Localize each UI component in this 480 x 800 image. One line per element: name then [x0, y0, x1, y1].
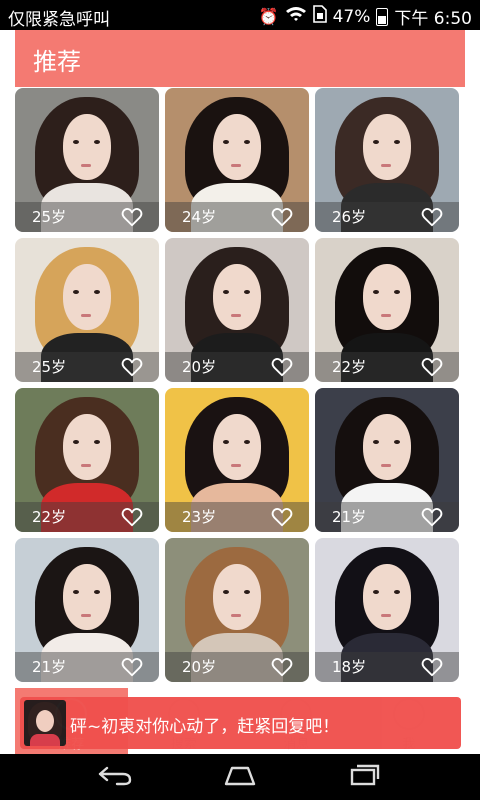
- age-label: 20岁: [182, 358, 217, 376]
- carrier-text: 仅限紧急呼叫: [8, 10, 110, 30]
- age-label: 23岁: [182, 508, 217, 526]
- profile-card[interactable]: 25岁: [15, 238, 159, 382]
- profile-card[interactable]: 20岁: [165, 238, 309, 382]
- notification-message: 砰~初衷对你心动了，赶紧回复吧！: [70, 717, 340, 737]
- heart-icon[interactable]: [421, 206, 443, 228]
- age-label: 21岁: [32, 658, 67, 676]
- profile-card[interactable]: 22岁: [315, 238, 459, 382]
- avatar: [24, 700, 66, 746]
- age-label: 25岁: [32, 358, 67, 376]
- profile-card[interactable]: 24岁: [165, 88, 309, 232]
- profile-card[interactable]: 21岁: [15, 538, 159, 682]
- back-icon[interactable]: [91, 762, 139, 792]
- recent-apps-icon[interactable]: [341, 762, 389, 792]
- heart-icon[interactable]: [421, 656, 443, 678]
- age-label: 21岁: [332, 508, 367, 526]
- heart-icon[interactable]: [421, 356, 443, 378]
- profile-grid: 25岁 24岁 26岁 25岁 20岁 22岁 22岁 23岁 21岁 21岁 20岁 18岁: [15, 88, 465, 688]
- profile-card[interactable]: 26岁: [315, 88, 459, 232]
- profile-card[interactable]: 21岁: [315, 388, 459, 532]
- page-title: 推荐: [33, 48, 81, 76]
- heart-icon[interactable]: [271, 656, 293, 678]
- heart-icon[interactable]: [121, 206, 143, 228]
- heart-icon[interactable]: [271, 206, 293, 228]
- heart-icon[interactable]: [121, 656, 143, 678]
- battery-icon: [376, 7, 389, 26]
- profile-card[interactable]: 25岁: [15, 88, 159, 232]
- age-label: 20岁: [182, 658, 217, 676]
- heart-icon[interactable]: [271, 506, 293, 528]
- profile-card[interactable]: 22岁: [15, 388, 159, 532]
- sim-icon: [312, 5, 327, 28]
- heart-icon[interactable]: [421, 506, 443, 528]
- heart-icon[interactable]: [271, 356, 293, 378]
- match-notification[interactable]: 砰~初衷对你心动了，赶紧回复吧！: [20, 697, 461, 749]
- age-label: 24岁: [182, 208, 217, 226]
- wifi-icon: [285, 6, 307, 27]
- app-bar: 推荐: [15, 30, 465, 87]
- status-bar: 仅限紧急呼叫 ⏰ 47% 下午 6:50: [0, 0, 480, 30]
- status-icons: ⏰ 47% 下午 6:50: [259, 4, 472, 29]
- age-label: 26岁: [332, 208, 367, 226]
- heart-icon[interactable]: [121, 506, 143, 528]
- clock-text: 下午 6:50: [394, 9, 472, 29]
- age-label: 25岁: [32, 208, 67, 226]
- heart-icon[interactable]: [121, 356, 143, 378]
- age-label: 22岁: [332, 358, 367, 376]
- age-label: 22岁: [32, 508, 67, 526]
- system-nav-bar: [0, 754, 480, 800]
- profile-card[interactable]: 23岁: [165, 388, 309, 532]
- home-icon[interactable]: [216, 762, 264, 792]
- battery-text: 47%: [332, 6, 371, 27]
- profile-card[interactable]: 18岁: [315, 538, 459, 682]
- profile-card[interactable]: 20岁: [165, 538, 309, 682]
- age-label: 18岁: [332, 658, 367, 676]
- alarm-icon: ⏰: [258, 7, 279, 26]
